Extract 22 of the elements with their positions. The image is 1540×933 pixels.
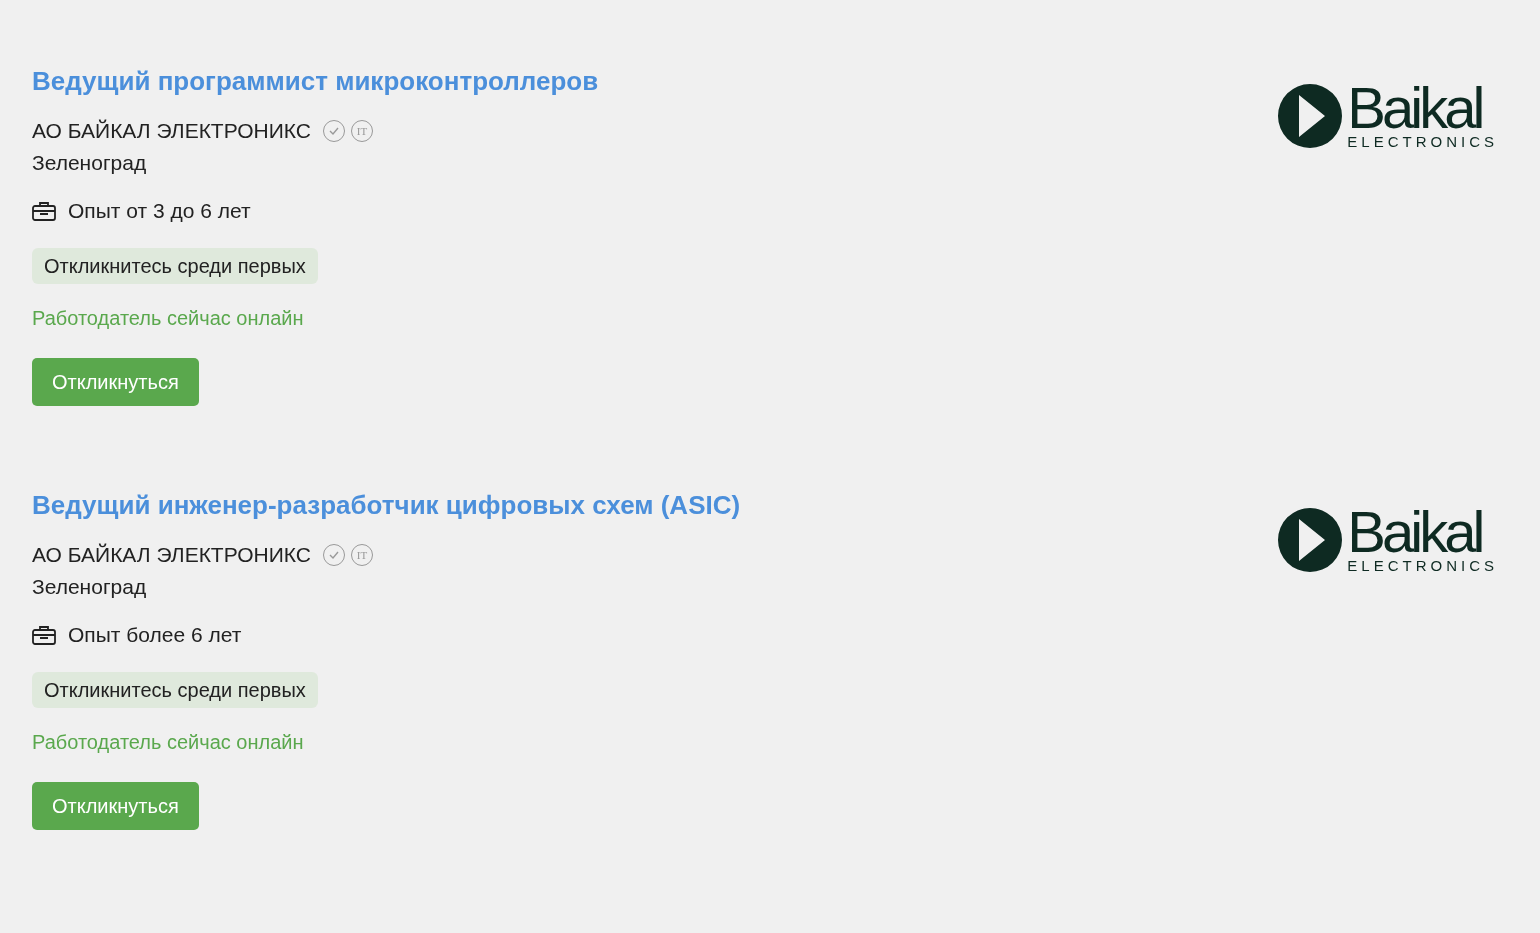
logo-subtitle: ELECTRONICS xyxy=(1347,134,1498,150)
online-status: Работодатель сейчас онлайн xyxy=(32,306,304,331)
logo-icon xyxy=(1277,83,1344,149)
vacancy-title[interactable]: Ведущий программист микроконтроллеров xyxy=(32,62,599,100)
briefcase-icon xyxy=(32,625,56,645)
logo-icon xyxy=(1277,507,1344,573)
logo-subtitle: ELECTRONICS xyxy=(1347,558,1498,574)
vacancy-title[interactable]: Ведущий инженер-разработчик цифровых схем (ASIC) xyxy=(32,486,741,524)
company-name: АО БАЙКАЛ ЭЛЕКТРОНИКС xyxy=(32,119,311,143)
respond-button[interactable]: Откликнуться xyxy=(32,358,199,406)
tag: Откликнитесь среди первых xyxy=(32,672,318,708)
briefcase-icon xyxy=(32,201,56,221)
experience: Опыт более 6 лет xyxy=(68,623,242,647)
city: Зеленоград xyxy=(32,150,147,176)
logo-name: Baikal xyxy=(1347,82,1482,134)
online-status: Работодатель сейчас онлайн xyxy=(32,730,304,755)
experience: Опыт от 3 до 6 лет xyxy=(68,199,251,223)
logo-name: Baikal xyxy=(1347,506,1482,558)
respond-button[interactable]: Откликнуться xyxy=(32,782,199,830)
company-name: АО БАЙКАЛ ЭЛЕКТРОНИКС xyxy=(32,543,311,567)
tag: Откликнитесь среди первых xyxy=(32,248,318,284)
city: Зеленоград xyxy=(32,574,147,600)
